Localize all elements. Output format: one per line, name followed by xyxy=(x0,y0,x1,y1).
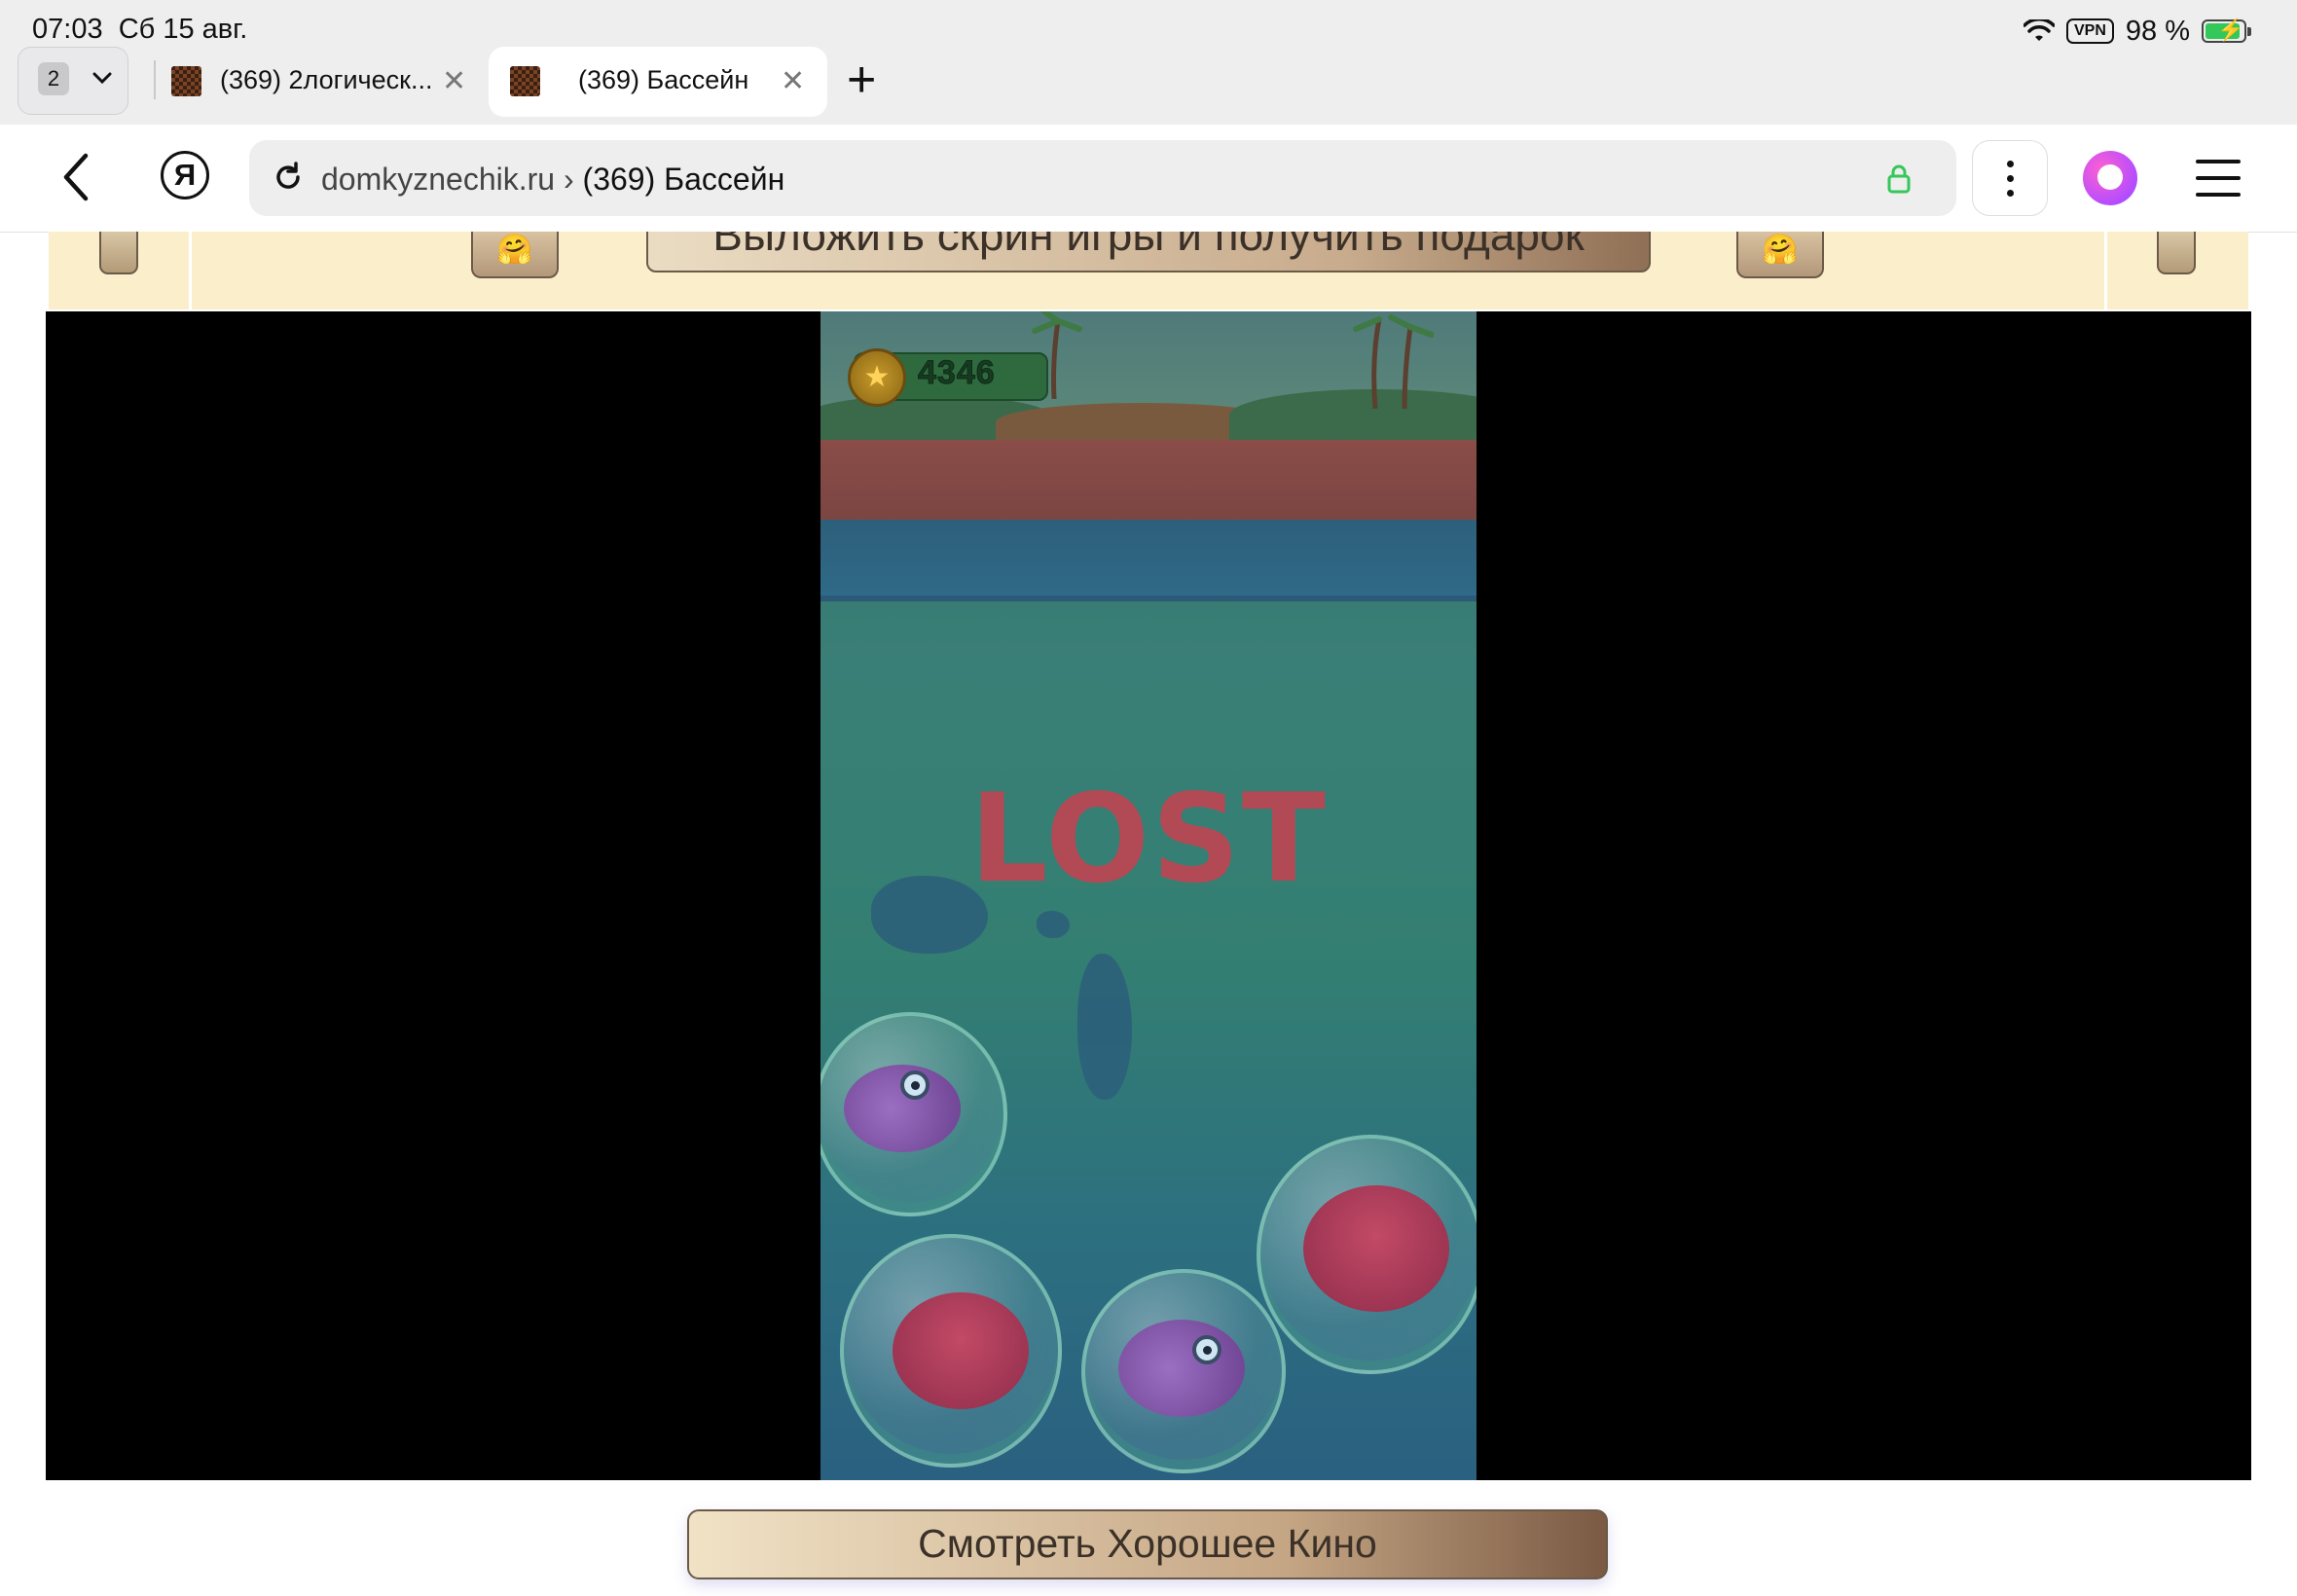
red-fish xyxy=(893,1292,1029,1409)
tab-title: (369) Бассейн xyxy=(578,65,749,94)
tab-divider xyxy=(154,60,156,99)
lock-icon[interactable] xyxy=(1886,163,1912,195)
fish-bubble[interactable] xyxy=(1257,1135,1477,1374)
water-splash xyxy=(1037,911,1070,938)
status-indicators: VPN 98 % ⚡ xyxy=(2023,14,2251,49)
reload-icon[interactable] xyxy=(271,160,306,195)
game-frame[interactable]: ★ 4346 LOST xyxy=(46,311,2251,1480)
vpn-badge: VPN xyxy=(2065,18,2114,44)
game-over-text: LOST xyxy=(969,767,1328,910)
battery-percent: 98 % xyxy=(2125,15,2190,47)
tab-switcher-button[interactable]: 2 xyxy=(18,47,128,115)
tab-count: 2 xyxy=(38,62,69,95)
battery-charging-icon: ⚡ xyxy=(2202,18,2251,43)
banner-peg xyxy=(99,232,138,274)
fish-bubble[interactable] xyxy=(840,1234,1062,1468)
emoji-button[interactable]: 🤗 xyxy=(1736,232,1824,278)
banner-peg xyxy=(2157,232,2196,274)
tab-title: (369) 2логическ... xyxy=(220,65,433,94)
emoji-button[interactable]: 🤗 xyxy=(471,232,559,278)
yandex-logo-icon[interactable]: Я xyxy=(161,151,209,200)
new-tab-button[interactable]: + xyxy=(847,51,876,109)
site-favicon-icon xyxy=(171,66,201,96)
close-tab-icon[interactable]: ✕ xyxy=(442,67,466,96)
game-canvas[interactable]: ★ 4346 LOST xyxy=(820,311,1477,1480)
water-surface xyxy=(820,520,1477,601)
menu-icon[interactable] xyxy=(2196,160,2241,209)
site-favicon-icon xyxy=(510,66,540,96)
share-screenshot-gift-button[interactable]: Выложить скрин игры и получить подарок xyxy=(646,232,1651,272)
back-arrow-icon[interactable] xyxy=(58,152,93,202)
browser-top-strip: 07:03 Сб 15 авг. VPN 98 % ⚡ 2 (369) 2лог… xyxy=(0,0,2297,125)
status-time: 07:03 Сб 15 авг. xyxy=(32,14,248,45)
banner-divider xyxy=(2104,232,2107,309)
palm-tree-icon xyxy=(1353,314,1434,409)
tab-pool-active[interactable]: (369) Бассейн ✕ xyxy=(489,47,827,117)
pool-edge xyxy=(820,440,1477,526)
fish-bubble[interactable] xyxy=(1081,1269,1286,1473)
fish-eye xyxy=(1192,1335,1221,1364)
fish-bubble[interactable] xyxy=(820,1012,1007,1216)
navigation-bar: Я domkyznechik.ru › (369) Бассейн xyxy=(0,125,2297,233)
water-splash xyxy=(1077,954,1132,1100)
purple-fish xyxy=(1118,1320,1245,1417)
alice-assistant-icon[interactable] xyxy=(2083,151,2137,205)
wifi-icon xyxy=(2023,19,2055,41)
tab-logic-games[interactable]: (369) 2логическ... ✕ xyxy=(171,47,473,117)
address-bar[interactable]: domkyznechik.ru › (369) Бассейн xyxy=(249,140,1956,216)
more-options-button[interactable] xyxy=(1972,140,2048,216)
close-tab-icon[interactable]: ✕ xyxy=(781,67,805,96)
site-banner: 🤗 🤗 Выложить скрин игры и получить подар… xyxy=(49,232,2248,309)
score-value: 4346 xyxy=(918,354,996,392)
watch-movies-button[interactable]: Смотреть Хорошее Кино xyxy=(687,1509,1608,1579)
fish-eye xyxy=(900,1070,930,1100)
banner-divider xyxy=(189,232,192,309)
star-coin-icon: ★ xyxy=(848,348,906,407)
chevron-down-icon xyxy=(92,72,112,85)
red-fish xyxy=(1303,1185,1449,1312)
url-text: domkyznechik.ru › (369) Бассейн xyxy=(321,162,785,197)
